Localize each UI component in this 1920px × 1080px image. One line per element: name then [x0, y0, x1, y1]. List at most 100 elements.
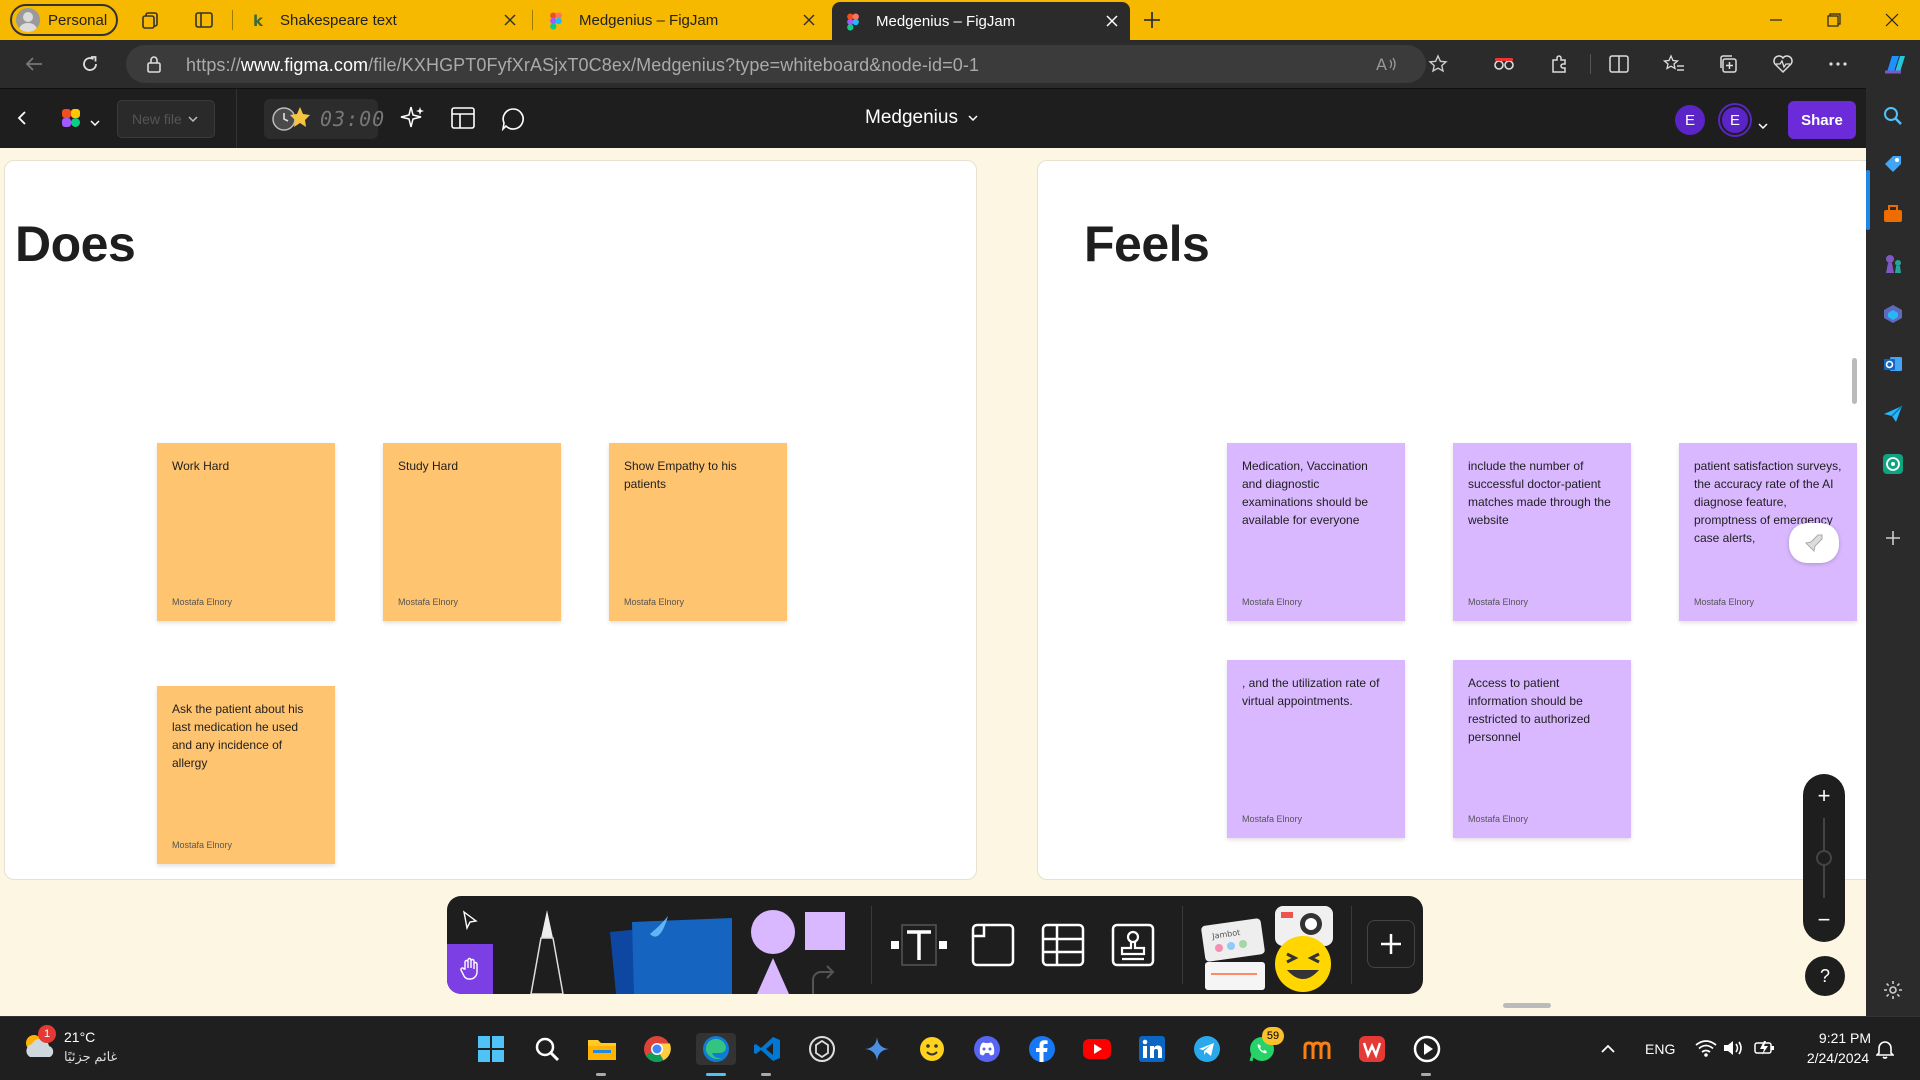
chevron-left-icon[interactable] — [16, 109, 28, 132]
refresh-icon[interactable] — [78, 52, 102, 76]
sticky-note[interactable]: , and the utilization rate of virtual ap… — [1227, 660, 1405, 838]
settings-gear-icon[interactable] — [1881, 978, 1905, 1002]
language-indicator[interactable]: ENG — [1645, 1041, 1675, 1057]
help-button[interactable]: ? — [1805, 956, 1845, 996]
telegram-icon[interactable] — [1191, 1033, 1223, 1065]
tab-shakespeare[interactable]: k Shakespeare text — [236, 0, 528, 40]
extension-glasses-icon[interactable] — [1492, 52, 1516, 76]
section-does[interactable]: Does Work Hard Mostafa Elnory Study Hard… — [4, 160, 977, 880]
figjam-main-menu[interactable] — [60, 107, 100, 136]
sticky-note[interactable]: Medication, Vaccination and diagnostic e… — [1227, 443, 1405, 621]
sticky-note[interactable]: Study Hard Mostafa Elnory — [383, 443, 561, 621]
edge-icon[interactable] — [696, 1033, 736, 1065]
tab-medgenius-active[interactable]: Medgenius – FigJam — [832, 2, 1130, 40]
new-file-button[interactable]: New file — [117, 100, 215, 138]
file-explorer-icon[interactable] — [586, 1033, 618, 1065]
shapes-tool-icon[interactable] — [747, 910, 847, 994]
weather-widget[interactable]: 1 21°C غائم جزئيًا — [22, 1025, 117, 1066]
sticky-note[interactable]: Work Hard Mostafa Elnory — [157, 443, 335, 621]
youtube-icon[interactable] — [1081, 1033, 1113, 1065]
text-tool-icon[interactable] — [887, 920, 951, 970]
address-bar[interactable]: https://www.figma.com/file/KXHGPT0FyfXrA… — [126, 45, 1426, 83]
zoom-slider-handle[interactable] — [1816, 850, 1832, 866]
gemini-sparkle-icon[interactable] — [861, 1033, 893, 1065]
sticky-note[interactable]: Access to patient information should be … — [1453, 660, 1631, 838]
more-menu-icon[interactable] — [1826, 52, 1850, 76]
profile-button[interactable]: Personal — [10, 4, 118, 36]
notification-bell-icon[interactable] — [1875, 1039, 1895, 1064]
new-tab-icon[interactable] — [1140, 8, 1164, 32]
sticky-note[interactable]: Show Empathy to his patients Mostafa Eln… — [609, 443, 787, 621]
section-tool-icon[interactable] — [965, 920, 1021, 970]
chevron-up-icon[interactable] — [1600, 1041, 1616, 1059]
chatgpt-app-icon[interactable] — [806, 1033, 838, 1065]
back-arrow-icon[interactable] — [22, 52, 46, 76]
stamp-tool-icon[interactable] — [1105, 920, 1161, 970]
moodle-icon[interactable] — [1301, 1033, 1333, 1065]
sticky-note[interactable]: patient satisfaction surveys, the accura… — [1679, 443, 1857, 621]
search-icon[interactable] — [531, 1033, 563, 1065]
marker-tool-icon[interactable] — [517, 908, 577, 994]
lock-icon[interactable] — [146, 55, 162, 78]
comment-icon[interactable] — [501, 107, 525, 136]
games-chess-icon[interactable] — [1881, 252, 1905, 276]
horizontal-scrollbar[interactable] — [1503, 1003, 1551, 1008]
sticky-note-tool-icon[interactable] — [602, 914, 732, 994]
add-more-tools-button[interactable] — [1367, 920, 1415, 968]
browser-essentials-icon[interactable] — [1771, 52, 1795, 76]
volume-icon[interactable] — [1722, 1039, 1744, 1062]
send-icon[interactable] — [1881, 402, 1905, 426]
chatgpt-icon[interactable] — [1881, 452, 1905, 476]
table-tool-icon[interactable] — [1035, 920, 1091, 970]
wifi-icon[interactable] — [1695, 1039, 1717, 1062]
media-player-icon[interactable] — [1411, 1033, 1443, 1065]
copilot-icon[interactable] — [1880, 49, 1910, 79]
close-tab-icon[interactable] — [498, 8, 522, 32]
extensions-puzzle-icon[interactable] — [1547, 52, 1571, 76]
zoom-in-button[interactable]: + — [1803, 780, 1845, 812]
collections-icon[interactable] — [1716, 52, 1740, 76]
add-sidebar-app-icon[interactable] — [1881, 526, 1905, 550]
sticky-note[interactable]: include the number of successful doctor-… — [1453, 443, 1631, 621]
hand-tool-icon[interactable] — [447, 944, 493, 994]
restore-icon[interactable] — [1806, 0, 1862, 40]
ai-sparkle-icon[interactable] — [400, 105, 426, 136]
templates-layout-icon[interactable] — [451, 107, 475, 134]
search-icon[interactable] — [1881, 104, 1905, 128]
sticky-note[interactable]: Ask the patient about his last medicatio… — [157, 686, 335, 864]
figjam-canvas[interactable]: Does Work Hard Mostafa Elnory Study Hard… — [0, 148, 1866, 1016]
select-tool-icon[interactable] — [447, 896, 493, 944]
widgets-stickers-icon[interactable]: Jambot — [1199, 902, 1339, 994]
current-user-avatar[interactable]: E — [1720, 105, 1750, 135]
tools-briefcase-icon[interactable] — [1881, 202, 1905, 226]
chevron-down-icon[interactable] — [1758, 116, 1768, 134]
read-aloud-icon[interactable]: A — [1376, 54, 1398, 79]
favorites-list-icon[interactable] — [1662, 52, 1686, 76]
workspaces-icon[interactable] — [139, 8, 163, 32]
facebook-icon[interactable] — [1026, 1033, 1058, 1065]
close-tab-icon[interactable] — [797, 8, 821, 32]
shopping-tag-icon[interactable] — [1881, 152, 1905, 176]
wps-office-icon[interactable] — [1356, 1033, 1388, 1065]
rocket-widget-icon[interactable] — [1789, 523, 1839, 563]
windows-start-icon[interactable] — [475, 1033, 507, 1065]
clock-time[interactable]: 9:21 PM — [1810, 1030, 1880, 1046]
vscode-icon[interactable] — [751, 1033, 783, 1065]
discord-icon[interactable] — [971, 1033, 1003, 1065]
tab-medgenius-1[interactable]: Medgenius – FigJam — [535, 0, 827, 40]
chrome-icon[interactable] — [641, 1033, 673, 1065]
favorite-star-icon[interactable] — [1426, 52, 1450, 76]
outlook-icon[interactable] — [1881, 352, 1905, 376]
clock-date[interactable]: 2/24/2024 — [1796, 1050, 1880, 1066]
zoom-out-button[interactable]: − — [1803, 904, 1845, 936]
document-title[interactable]: Medgenius — [865, 107, 978, 129]
huggingface-icon[interactable] — [916, 1033, 948, 1065]
split-screen-icon[interactable] — [1607, 52, 1631, 76]
timer-widget[interactable]: 03:00 — [264, 99, 384, 139]
share-button[interactable]: Share — [1788, 101, 1856, 139]
close-tab-icon[interactable] — [1100, 9, 1124, 33]
close-window-icon[interactable] — [1864, 0, 1920, 40]
linkedin-icon[interactable] — [1136, 1033, 1168, 1065]
microsoft365-icon[interactable] — [1881, 302, 1905, 326]
vertical-scrollbar[interactable] — [1852, 358, 1857, 404]
